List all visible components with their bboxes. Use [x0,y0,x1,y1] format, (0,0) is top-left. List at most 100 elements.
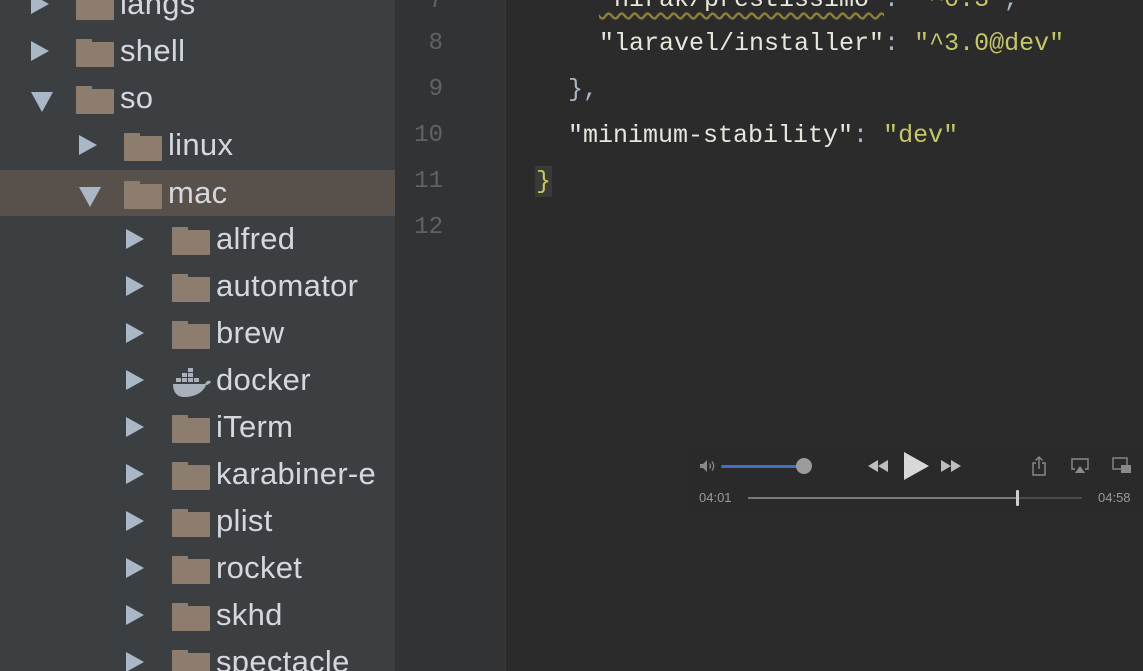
chevron-right-icon[interactable] [126,511,144,531]
chevron-right-icon[interactable] [126,464,144,484]
json-comma: , [1004,0,1019,14]
json-brace: }, [568,75,599,104]
tree-item-label: skhd [216,597,283,632]
tree-item-brew[interactable]: brew [0,310,395,356]
share-icon[interactable] [1031,456,1047,476]
line-number: 12 [414,214,443,241]
tree-item-karabiner[interactable]: karabiner-e [0,451,395,497]
folder-icon [172,274,210,302]
chevron-down-icon[interactable] [31,92,53,112]
tree-item-label: iTerm [216,409,294,444]
tree-item-label: langs [120,0,196,21]
tree-item-label: automator [216,268,359,303]
folder-icon [172,462,210,490]
code-line: } [534,166,553,197]
code-line: "hirak/prestissimo": "^0.3", [599,0,1019,15]
line-number: 9 [428,76,443,103]
json-value: "^3.0@dev" [914,29,1065,58]
json-colon: : [884,0,914,14]
chevron-right-icon[interactable] [126,558,144,578]
folder-icon [124,133,162,161]
chevron-right-icon[interactable] [126,229,144,249]
seek-bar-playhead[interactable] [1015,490,1019,506]
play-icon[interactable] [902,451,930,481]
json-key: "hirak/prestissimo" [599,0,884,14]
tree-item-skhd[interactable]: skhd [0,592,395,638]
tree-item-so[interactable]: so [0,75,395,121]
tree-item-langs[interactable]: langs [0,0,395,27]
line-number-gutter: 7 8 9 10 11 12 [396,0,506,671]
json-colon: : [853,121,884,150]
volume-slider-knob[interactable] [795,458,812,474]
chevron-right-icon[interactable] [79,135,97,155]
json-key: "laravel/installer" [599,29,885,58]
folder-icon [172,321,210,349]
tree-item-plist[interactable]: plist [0,498,395,544]
airplay-icon[interactable] [1070,457,1090,475]
seek-bar-progress [748,497,1017,499]
tree-item-label: plist [216,503,273,538]
folder-icon [172,509,210,537]
folder-icon [172,603,210,631]
tree-item-automator[interactable]: automator [0,263,395,309]
tree-item-rocket[interactable]: rocket [0,545,395,591]
seek-bar[interactable] [748,490,1082,506]
line-number: 7 [428,0,443,15]
json-value: "^0.3" [914,0,1004,14]
chevron-right-icon[interactable] [126,605,144,625]
tree-item-label: brew [216,315,285,350]
media-player-controls: 04:01 04:58 [687,447,1143,515]
chevron-right-icon[interactable] [31,0,49,14]
tree-item-label: so [120,80,154,115]
folder-icon [76,0,114,20]
chevron-right-icon[interactable] [126,417,144,437]
picture-in-picture-icon[interactable] [1112,457,1132,475]
folder-icon [172,227,210,255]
tree-item-iterm[interactable]: iTerm [0,404,395,450]
tree-item-label: rocket [216,550,303,585]
tree-item-docker[interactable]: docker [0,357,395,403]
tree-item-spectacle[interactable]: spectacle [0,639,395,671]
json-value: "dev" [883,121,959,150]
folder-icon [76,39,114,67]
folder-icon [76,86,114,114]
project-tree: langs shell so linux mac alfred automato… [0,0,395,671]
json-colon: : [884,29,915,58]
chevron-right-icon[interactable] [126,276,144,296]
code-line: }, [568,75,598,105]
folder-icon [172,650,210,671]
chevron-right-icon[interactable] [126,323,144,343]
elapsed-time: 04:01 [699,490,732,505]
folder-icon [172,415,210,443]
tree-item-label: alfred [216,221,296,256]
chevron-right-icon[interactable] [126,652,144,671]
total-duration: 04:58 [1098,490,1131,505]
folder-icon [172,556,210,584]
code-line: "laravel/installer": "^3.0@dev" [599,29,1064,59]
tree-item-label: karabiner-e [216,456,377,491]
matched-brace: } [534,166,553,197]
tree-item-label: shell [120,33,186,68]
chevron-down-icon[interactable] [79,187,101,207]
docker-icon [173,368,211,397]
tree-item-linux[interactable]: linux [0,122,395,168]
tree-item-mac[interactable]: mac [0,170,395,216]
tree-item-alfred[interactable]: alfred [0,216,395,262]
line-number: 8 [428,30,443,57]
volume-icon[interactable] [699,459,717,473]
folder-icon [124,181,162,209]
tree-item-label: spectacle [216,644,350,671]
line-number: 11 [414,168,443,195]
code-line: "minimum-stability": "dev" [568,121,958,151]
tree-item-shell[interactable]: shell [0,28,395,74]
tree-item-label: docker [216,362,311,397]
chevron-right-icon[interactable] [31,41,49,61]
json-key: "minimum-stability" [568,121,854,150]
chevron-right-icon[interactable] [126,370,144,390]
volume-slider[interactable] [721,465,804,468]
code-editor[interactable]: 7 8 9 10 11 12 "hirak/prestissimo": "^0.… [395,0,1143,671]
line-number: 10 [414,122,443,149]
fast-forward-icon[interactable] [940,458,962,474]
tree-item-label: mac [168,175,228,210]
rewind-icon[interactable] [867,458,889,474]
